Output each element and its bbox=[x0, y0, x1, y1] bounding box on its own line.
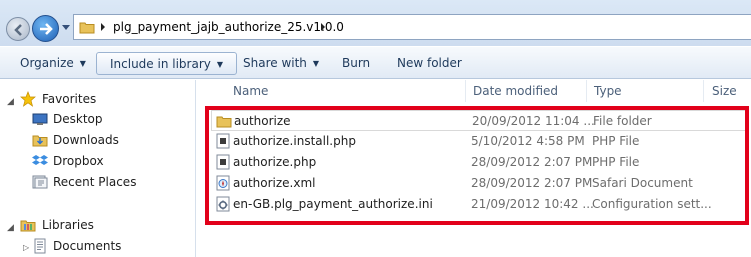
burn-button[interactable]: Burn bbox=[342, 52, 370, 75]
nav-item-libraries[interactable]: Libraries bbox=[20, 215, 190, 235]
column-divider[interactable] bbox=[703, 80, 704, 102]
collapse-libraries-icon[interactable]: ◢ bbox=[7, 223, 14, 233]
chevron-down-icon: ▼ bbox=[312, 59, 320, 68]
nav-item-recent-places[interactable]: Recent Places bbox=[32, 172, 190, 192]
nav-item-label: Desktop bbox=[53, 112, 103, 126]
column-headers: Name Date modified Type Size bbox=[197, 80, 751, 103]
nav-item-dropbox[interactable]: Dropbox bbox=[32, 151, 190, 171]
address-bar-row: plg_payment_jajb_authorize_25.v1.0.0 bbox=[0, 0, 751, 46]
nav-item-documents[interactable]: Documents bbox=[32, 236, 190, 256]
nav-item-label: Recent Places bbox=[53, 175, 137, 189]
collapse-favorites-icon[interactable]: ◢ bbox=[7, 97, 14, 107]
organize-label: Organize bbox=[20, 56, 74, 70]
libraries-icon bbox=[20, 220, 36, 232]
nav-item-desktop[interactable]: Desktop bbox=[32, 109, 190, 129]
burn-label: Burn bbox=[342, 56, 371, 70]
column-header-date-modified[interactable]: Date modified bbox=[473, 84, 558, 98]
address-path-segment[interactable]: plg_payment_jajb_authorize_25.v1.0.0 bbox=[113, 20, 344, 34]
folder-icon bbox=[79, 22, 95, 34]
highlight-annotation-box bbox=[205, 106, 749, 225]
share-with-button[interactable]: Share with ▼ bbox=[243, 52, 319, 75]
chevron-right-icon[interactable] bbox=[99, 22, 107, 32]
nav-libraries-label: Libraries bbox=[42, 218, 94, 232]
recent-places-icon bbox=[32, 175, 48, 189]
expand-documents-icon[interactable]: ▷ bbox=[23, 243, 29, 252]
navigation-pane: ◢ Favorites Desktop Downloads Dropbox Re… bbox=[0, 80, 196, 257]
column-divider[interactable] bbox=[586, 80, 587, 102]
recent-pages-dropdown-icon[interactable] bbox=[62, 25, 70, 31]
nav-item-label: Dropbox bbox=[53, 154, 104, 168]
documents-icon bbox=[34, 238, 46, 254]
column-header-type[interactable]: Type bbox=[594, 84, 622, 98]
back-arrow-icon bbox=[14, 24, 22, 36]
star-icon bbox=[20, 91, 36, 107]
command-bar: Organize ▼ Include in library ▼ Share with… bbox=[0, 46, 751, 79]
nav-favorites-label: Favorites bbox=[42, 92, 97, 106]
nav-item-label: Downloads bbox=[53, 133, 119, 147]
new-folder-button[interactable]: New folder bbox=[397, 52, 462, 75]
nav-item-favorites[interactable]: Favorites bbox=[20, 89, 190, 109]
forward-button[interactable] bbox=[32, 15, 59, 42]
column-header-size[interactable]: Size bbox=[712, 84, 737, 98]
desktop-icon bbox=[32, 113, 48, 125]
new-folder-label: New folder bbox=[397, 56, 462, 70]
nav-item-label: Documents bbox=[53, 239, 122, 253]
chevron-down-icon: ▼ bbox=[216, 60, 224, 69]
back-button[interactable] bbox=[6, 17, 30, 41]
column-divider[interactable] bbox=[465, 80, 466, 102]
include-in-library-button[interactable]: Include in library ▼ bbox=[96, 52, 238, 75]
address-box[interactable]: plg_payment_jajb_authorize_25.v1.0.0 bbox=[73, 14, 751, 40]
include-in-library-label: Include in library bbox=[110, 57, 211, 71]
nav-item-downloads[interactable]: Downloads bbox=[32, 130, 190, 150]
share-with-label: Share with bbox=[243, 56, 307, 70]
column-header-name[interactable]: Name bbox=[233, 84, 268, 98]
dropbox-icon bbox=[32, 155, 48, 165]
forward-arrow-icon bbox=[40, 23, 53, 35]
organize-button[interactable]: Organize ▼ bbox=[20, 52, 86, 75]
chevron-right-icon[interactable] bbox=[319, 22, 327, 32]
chevron-down-icon: ▼ bbox=[79, 59, 86, 68]
downloads-folder-icon bbox=[32, 135, 48, 147]
